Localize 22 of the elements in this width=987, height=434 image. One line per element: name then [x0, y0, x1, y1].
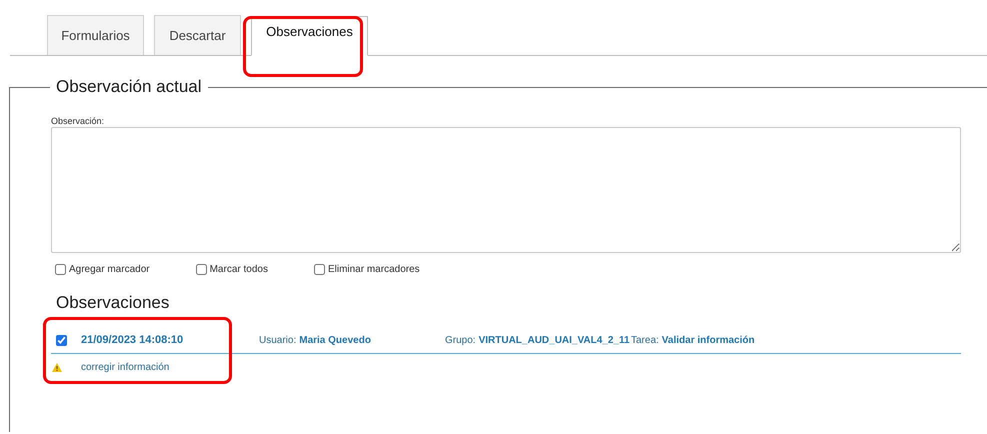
checkbox-label: Marcar todos: [210, 263, 268, 277]
observation-field[interactable]: [51, 127, 961, 253]
observation-date: 21/09/2023 14:08:10: [81, 333, 184, 348]
field-value: Maria Quevedo: [299, 334, 371, 348]
checkbox-label: Eliminar marcadores: [328, 263, 420, 277]
checkbox[interactable]: [196, 264, 207, 275]
checkbox[interactable]: [55, 264, 66, 275]
field-value: Validar información: [662, 334, 755, 348]
field-value: VIRTUAL_AUD_UAI_VAL4_2_11: [478, 334, 630, 348]
checkbox[interactable]: [314, 264, 325, 275]
tab[interactable]: Observaciones: [251, 16, 368, 56]
field-label: Usuario:: [259, 334, 296, 348]
field-label: Observación:: [51, 115, 104, 128]
observation-note: corregir información: [81, 360, 170, 374]
checkbox-label: Agregar marcador: [69, 263, 150, 277]
section-heading: Observaciones: [56, 292, 170, 314]
warning-icon: [52, 362, 62, 372]
tab[interactable]: Formularios: [47, 15, 144, 55]
field-label: Grupo:: [445, 334, 476, 348]
field-label: Tarea:: [631, 334, 659, 348]
checkbox[interactable]: [56, 335, 67, 346]
tab[interactable]: Descartar: [154, 15, 241, 55]
